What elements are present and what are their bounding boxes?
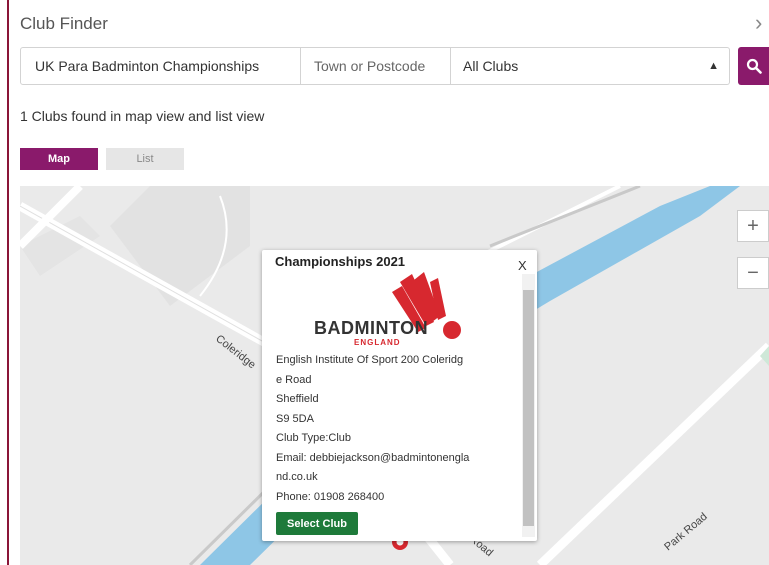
search-icon <box>746 58 762 74</box>
town-postcode-input[interactable]: Town or Postcode <box>301 47 451 85</box>
zoom-in-button[interactable]: + <box>737 210 769 242</box>
close-icon[interactable]: X <box>518 258 527 273</box>
club-type-select-value: All Clubs <box>463 58 519 74</box>
club-name-input[interactable]: UK Para Badminton Championships <box>20 47 301 85</box>
tab-map[interactable]: Map <box>20 148 98 170</box>
chevron-right-icon[interactable]: › <box>755 12 762 34</box>
phone: Phone: 01908 268400 <box>276 490 385 503</box>
email-line-1: Email: debbiejackson@badmintonengla <box>276 451 470 464</box>
email-line-2: nd.co.uk <box>276 471 318 483</box>
club-type-select[interactable]: All Clubs ▲ <box>451 47 730 85</box>
tab-list[interactable]: List <box>106 148 184 170</box>
address-line-2: e Road <box>276 373 312 386</box>
logo-wordmark: BADMINTON <box>314 318 429 338</box>
map-view[interactable]: Coleridge Road Park Road + − Championshi… <box>20 186 769 565</box>
city: Sheffield <box>276 393 319 405</box>
zoom-out-button[interactable]: − <box>737 257 769 289</box>
search-button[interactable] <box>738 47 769 85</box>
popup-title: Championships 2021 <box>275 254 406 269</box>
popup-scrollbar-thumb[interactable] <box>523 290 534 526</box>
address-line-1: English Institute Of Sport 200 Coleridg <box>276 354 464 366</box>
club-info-popup: Championships 2021 X BADMINTON ENGLAND E… <box>262 250 537 541</box>
logo-subtitle: ENGLAND <box>354 338 401 347</box>
select-club-button[interactable]: Select Club <box>276 512 358 535</box>
left-border <box>7 0 9 565</box>
select-arrows-icon: ▲ <box>708 60 719 72</box>
results-summary: 1 Clubs found in map view and list view <box>20 108 265 124</box>
search-bar: UK Para Badminton Championships Town or … <box>20 47 730 85</box>
club-type: Club Type:Club <box>276 432 352 444</box>
postcode: S9 5DA <box>276 412 314 425</box>
page-title: Club Finder <box>20 14 108 33</box>
club-details: English Institute Of Sport 200 Coleridg … <box>276 351 516 507</box>
